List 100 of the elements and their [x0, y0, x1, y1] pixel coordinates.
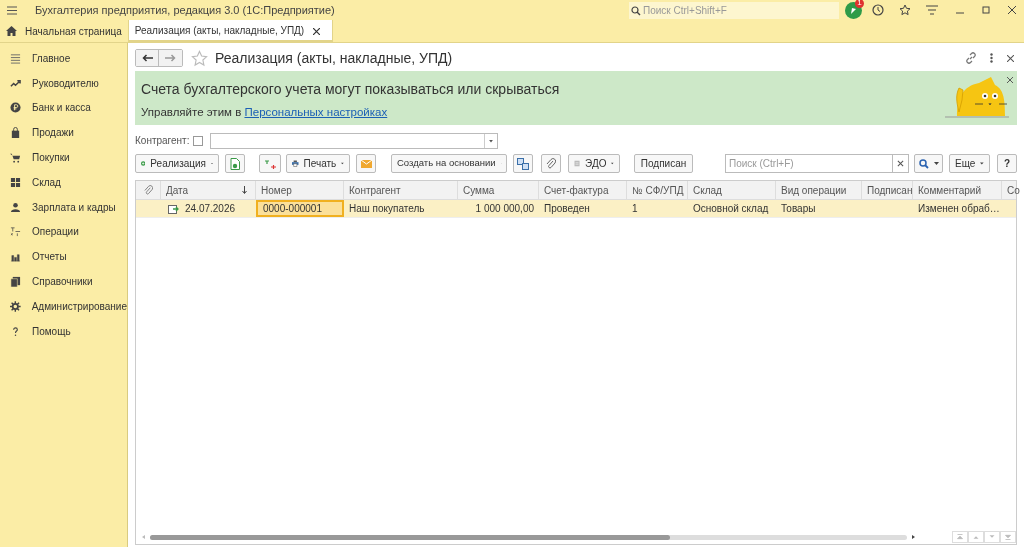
- sidebar-item[interactable]: Помощь: [0, 318, 127, 344]
- caret-icon: [933, 162, 939, 165]
- sidebar-item[interactable]: Отчеты: [0, 244, 127, 270]
- notification-count: 1: [855, 0, 864, 8]
- home-icon: [6, 26, 17, 36]
- table-row[interactable]: 24.07.2026 0000-000001 Наш покупатель 1 000 000,00 Проведен 1 Основной склад Товары Изменен обраб…: [136, 200, 1016, 218]
- table-cell: 0000-000001: [256, 200, 344, 217]
- gear-icon: [10, 300, 21, 312]
- sidebar-item[interactable]: Операции: [0, 219, 127, 245]
- bag-icon: [10, 127, 21, 139]
- sidebar-item[interactable]: Склад: [0, 170, 127, 195]
- more-button[interactable]: Еще: [949, 154, 990, 173]
- sidebar-item[interactable]: Зарплата и кадры: [0, 194, 127, 220]
- column-header[interactable]: Подписан: [862, 181, 913, 199]
- debit-credit-icon: [263, 158, 277, 169]
- arrow-right-icon: [165, 54, 176, 62]
- create-based-on-button[interactable]: Создать на основании: [391, 154, 507, 173]
- copy-document-button[interactable]: [225, 154, 245, 173]
- sidebar-item[interactable]: Главное: [0, 46, 127, 71]
- banner-text: Управляйте этим в Персональных настройках: [141, 105, 389, 120]
- link-icon[interactable]: [965, 52, 977, 64]
- column-header[interactable]: Сумма: [458, 181, 539, 199]
- search-button[interactable]: [914, 154, 943, 173]
- back-button[interactable]: [136, 50, 159, 66]
- column-header[interactable]: № СФ/УПД: [627, 181, 688, 199]
- close-icon[interactable]: [313, 27, 321, 35]
- structure-button[interactable]: [513, 154, 533, 173]
- column-header[interactable]: Счет-фактура: [539, 181, 627, 199]
- column-header[interactable]: Контрагент: [344, 181, 458, 199]
- column-header[interactable]: Дата: [161, 181, 256, 199]
- menu-icon[interactable]: [7, 5, 17, 15]
- close-icon[interactable]: [1008, 6, 1016, 14]
- form-title: Реализация (акты, накладные, УПД): [215, 48, 453, 68]
- journal-entries-button[interactable]: [259, 154, 281, 173]
- sidebar-item[interactable]: Руководителю: [0, 70, 127, 96]
- email-button[interactable]: [356, 154, 376, 173]
- hierarchy-icon: [517, 157, 529, 170]
- grid-icon: [10, 176, 21, 188]
- edo-button[interactable]: ЭДО: [568, 154, 620, 173]
- list-icon: [10, 52, 21, 64]
- table-cell-text: Проведен: [543, 202, 591, 216]
- create-button[interactable]: Реализация: [135, 154, 219, 173]
- sidebar-item[interactable]: Справочники: [0, 269, 127, 294]
- scroll-right-icon[interactable]: [912, 535, 915, 539]
- sidebar-item[interactable]: Администрирование: [0, 293, 127, 319]
- signed-button[interactable]: Подписан: [634, 154, 693, 173]
- counterparty-field[interactable]: [210, 132, 499, 149]
- sidebar-item[interactable]: Покупки: [0, 145, 127, 170]
- books-icon: [10, 276, 21, 288]
- person-icon: [10, 201, 21, 213]
- sidebar-item[interactable]: Продажи: [0, 120, 127, 146]
- column-header[interactable]: Склад: [688, 181, 776, 199]
- caret-icon: [980, 162, 984, 165]
- tab[interactable]: Начальная страница: [0, 20, 129, 42]
- operations-icon: [10, 226, 21, 238]
- banner-heading: Счета бухгалтерского учета могут показываться или скрываться: [141, 80, 560, 99]
- posted-document-icon: [168, 203, 179, 214]
- printer-icon: [292, 158, 299, 169]
- search-field[interactable]: Поиск (Ctrl+F): [725, 154, 893, 173]
- table-cell-text: 1 000 000,00: [474, 202, 535, 216]
- more-icon[interactable]: [990, 53, 993, 63]
- history-icon[interactable]: [872, 4, 884, 16]
- star-icon[interactable]: [899, 4, 911, 16]
- close-icon[interactable]: [1007, 77, 1013, 83]
- star-icon[interactable]: [191, 49, 208, 67]
- filter-label: Контрагент:: [135, 134, 190, 148]
- column-header[interactable]: Номер: [256, 181, 344, 199]
- ruble-coin-icon: [10, 102, 21, 114]
- print-button[interactable]: Печать: [286, 154, 350, 173]
- caret-icon: [611, 162, 614, 165]
- horizontal-scrollbar[interactable]: [150, 534, 907, 540]
- scroll-left-icon[interactable]: [142, 535, 145, 539]
- close-icon[interactable]: [1007, 54, 1014, 62]
- settings-list-icon[interactable]: [926, 5, 938, 15]
- settings-link[interactable]: Персональных настройках: [244, 106, 388, 118]
- caret-icon: [341, 162, 344, 165]
- table-cell-text: Изменен обраб…: [917, 202, 1001, 216]
- column-header[interactable]: Вид операции: [776, 181, 862, 199]
- table-cell-text: 1: [631, 202, 639, 216]
- column-header[interactable]: Комментарий: [913, 181, 1002, 199]
- clear-icon[interactable]: [893, 154, 909, 173]
- search-icon: [631, 5, 641, 16]
- window-title: Бухгалтерия предприятия, редакция 3.0 (1С:Предприятие): [35, 2, 335, 18]
- restore-icon[interactable]: [982, 6, 990, 14]
- sidebar-item[interactable]: Банк и касса: [0, 95, 127, 121]
- filter-checkbox[interactable]: [193, 135, 204, 146]
- plus-icon: [141, 158, 146, 169]
- trend-icon: [10, 77, 21, 89]
- bar-chart-icon: [10, 251, 21, 263]
- tab[interactable]: Реализация (акты, накладные, УПД): [128, 20, 334, 42]
- paperclip-icon: [143, 185, 153, 195]
- help-button[interactable]: ?: [997, 154, 1017, 173]
- attach-button[interactable]: [541, 154, 561, 173]
- column-header[interactable]: Со: [1002, 181, 1024, 199]
- table-cell-text: Основной склад: [692, 202, 770, 216]
- search-icon: [918, 158, 929, 169]
- table-cell-text: Наш покупатель: [348, 202, 426, 216]
- document-icon: [230, 157, 240, 170]
- search-field[interactable]: Поиск Ctrl+Shift+F: [629, 1, 839, 19]
- table-cell-text: Товары: [780, 202, 817, 216]
